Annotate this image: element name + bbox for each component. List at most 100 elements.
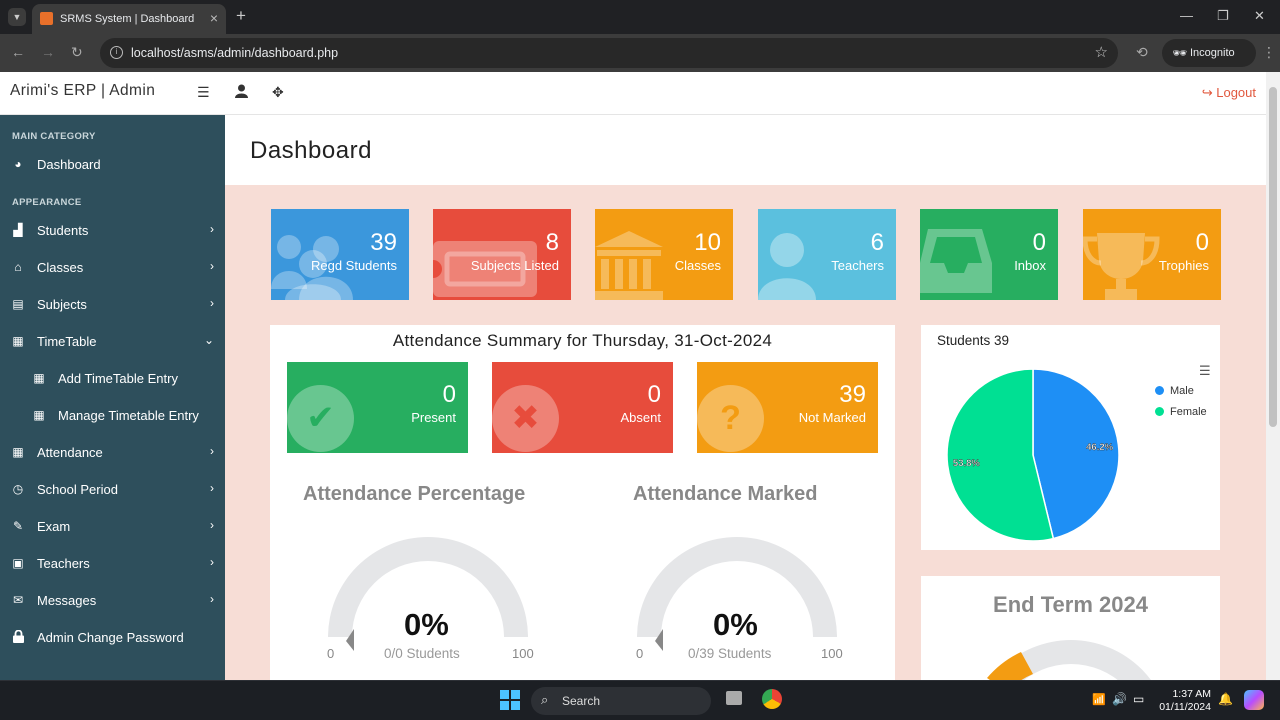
bookmark-star-icon[interactable]: ☆: [1095, 43, 1108, 61]
attendance-marked-value: 0%: [713, 607, 758, 642]
sidebar-item-label: Messages: [37, 593, 97, 608]
calendar-icon: ▦: [12, 334, 24, 348]
minimize-button[interactable]: —: [1180, 8, 1193, 23]
stat-card-classes[interactable]: 10 Classes: [595, 209, 733, 300]
web-page: Arimi's ERP | Admin ☰ ✥ ↪ Logout MAIN CA…: [0, 72, 1266, 680]
user-icon[interactable]: [235, 84, 248, 101]
page-title: Dashboard: [250, 137, 372, 164]
sidebar-item-manage-timetable-entry[interactable]: ▦ Manage Timetable Entry: [0, 399, 225, 433]
chevron-right-icon: ›: [210, 518, 214, 532]
attendance-percentage-sub: 0/0 Students: [384, 646, 460, 661]
windows-taskbar: ⌕ Search 📶 🔊 ▭ 1:37 AM 01/11/2024 🔔: [0, 680, 1280, 720]
sidebar-item-students[interactable]: ▟ Students ›: [0, 214, 225, 248]
logout-link[interactable]: ↪ Logout: [1202, 85, 1256, 101]
legend-label: Male: [1170, 385, 1194, 397]
sidebar-item-messages[interactable]: ✉ Messages ›: [0, 584, 225, 618]
sidebar-item-attendance[interactable]: ▦ Attendance ›: [0, 436, 225, 470]
check-icon: ✔: [287, 385, 354, 452]
sidebar: MAIN CATEGORY ◕ Dashboard APPEARANCE ▟ S…: [0, 115, 225, 680]
tab-search-button[interactable]: ▼: [8, 8, 26, 26]
taskbar-search[interactable]: ⌕ Search: [531, 687, 711, 715]
stat-label: Subjects Listed: [470, 258, 559, 273]
new-tab-button[interactable]: +: [236, 6, 246, 26]
incognito-badge[interactable]: 🕶 Incognito: [1162, 39, 1256, 67]
site-info-icon[interactable]: i: [110, 46, 123, 59]
stat-value: 39: [370, 229, 397, 256]
not-marked-card[interactable]: ? 39 Not Marked: [697, 362, 878, 453]
notification-bell-icon[interactable]: 🔔: [1218, 692, 1233, 706]
page-title-bar: Dashboard: [225, 115, 1266, 185]
present-card[interactable]: ✔ 0 Present: [287, 362, 468, 453]
student-icon: ▟: [13, 223, 23, 237]
windows-start-icon[interactable]: [500, 690, 520, 715]
legend-item-female[interactable]: Female: [1155, 406, 1207, 418]
maximize-button[interactable]: ❐: [1217, 8, 1229, 24]
copilot-icon[interactable]: [1244, 690, 1264, 710]
stat-card-students[interactable]: 39 Regd Students: [271, 209, 409, 300]
sidebar-item-admin-change-password[interactable]: Admin Change Password: [0, 621, 225, 655]
window-close-button[interactable]: ✕: [1254, 8, 1265, 24]
clock-date: 01/11/2024: [1159, 701, 1211, 713]
top-navbar: Arimi's ERP | Admin ☰ ✥ ↪ Logout: [0, 72, 1266, 115]
chevron-right-icon: ›: [210, 222, 214, 236]
stat-card-inbox[interactable]: 0 Inbox: [920, 209, 1058, 300]
stat-label: Teachers: [831, 258, 884, 273]
sidebar-item-subjects[interactable]: ▤ Subjects ›: [0, 288, 225, 322]
sidebar-item-classes[interactable]: ⌂ Classes ›: [0, 251, 225, 285]
sidebar-toggle-icon[interactable]: ☰: [197, 84, 210, 101]
chevron-right-icon: ›: [210, 555, 214, 569]
logout-icon: ↪: [1201, 85, 1217, 100]
stat-value: 10: [694, 229, 721, 256]
sidebar-item-label: Classes: [37, 260, 84, 275]
question-mark-icon: ?: [697, 385, 764, 452]
move-arrows-icon[interactable]: ✥: [272, 84, 284, 101]
sidebar-item-teachers[interactable]: ▣ Teachers ›: [0, 547, 225, 581]
sidebar-item-dashboard[interactable]: ◕ Dashboard: [0, 148, 225, 182]
browser-menu-icon[interactable]: ⋮: [1262, 44, 1276, 61]
logout-label: Logout: [1216, 85, 1256, 100]
chrome-icon[interactable]: [762, 689, 782, 709]
stat-label: Trophies: [1158, 258, 1209, 273]
page-scrollbar[interactable]: [1266, 72, 1280, 680]
address-url[interactable]: localhost/asms/admin/dashboard.php: [131, 46, 338, 60]
forward-icon[interactable]: →: [41, 44, 55, 60]
sidebar-item-label: Students: [37, 223, 89, 238]
chevron-right-icon: ›: [210, 592, 214, 606]
stat-card-subjects[interactable]: 8 Subjects Listed: [433, 209, 571, 300]
site-favicon-icon: [40, 12, 53, 25]
legend-item-male[interactable]: Male: [1155, 385, 1194, 397]
absent-card[interactable]: ✖ 0 Absent: [492, 362, 673, 453]
tab-close-icon[interactable]: ×: [210, 10, 218, 26]
not-marked-value: 39: [839, 381, 866, 408]
stat-value: 0: [1195, 229, 1209, 256]
attendance-summary-panel: Attendance Summary for Thursday, 31-Oct-…: [270, 325, 895, 680]
back-icon[interactable]: ←: [11, 44, 25, 60]
sidebar-item-exam[interactable]: ✎ Exam ›: [0, 510, 225, 544]
address-bar[interactable]: i localhost/asms/admin/dashboard.php ☆: [100, 38, 1118, 68]
taskbar-clock[interactable]: 1:37 AM 01/11/2024: [1154, 688, 1211, 714]
sidebar-heading-appearance: APPEARANCE: [12, 197, 82, 208]
extensions-icon[interactable]: ⟲: [1136, 44, 1148, 61]
sidebar-item-school-period[interactable]: ◷ School Period ›: [0, 473, 225, 507]
wifi-icon[interactable]: 📶: [1092, 693, 1106, 706]
stat-card-teachers[interactable]: 6 Teachers: [758, 209, 896, 300]
file-explorer-icon[interactable]: [726, 691, 742, 705]
sidebar-item-timetable[interactable]: ▦ TimeTable ⌄: [0, 325, 225, 359]
battery-icon[interactable]: ▭: [1133, 692, 1144, 706]
scrollbar-thumb[interactable]: [1269, 87, 1277, 427]
sidebar-item-add-timetable-entry[interactable]: ▦ Add TimeTable Entry: [0, 362, 225, 396]
reload-icon[interactable]: ↻: [71, 44, 83, 61]
brand-title[interactable]: Arimi's ERP | Admin: [10, 82, 155, 100]
chevron-right-icon: ›: [210, 259, 214, 273]
absent-value: 0: [647, 381, 661, 408]
volume-icon[interactable]: 🔊: [1112, 692, 1127, 706]
absent-label: Absent: [620, 410, 661, 425]
attendance-percentage-title: Attendance Percentage: [303, 483, 526, 505]
gauge-min-label: 0: [636, 646, 644, 661]
sidebar-item-label: Attendance: [37, 445, 103, 460]
browser-tab[interactable]: SRMS System | Dashboard ×: [32, 4, 226, 34]
stat-card-trophies[interactable]: 0 Trophies: [1083, 209, 1221, 300]
sidebar-item-label: Manage Timetable Entry: [58, 408, 199, 423]
sidebar-item-label: Add TimeTable Entry: [58, 371, 178, 386]
lock-icon: [11, 629, 25, 646]
